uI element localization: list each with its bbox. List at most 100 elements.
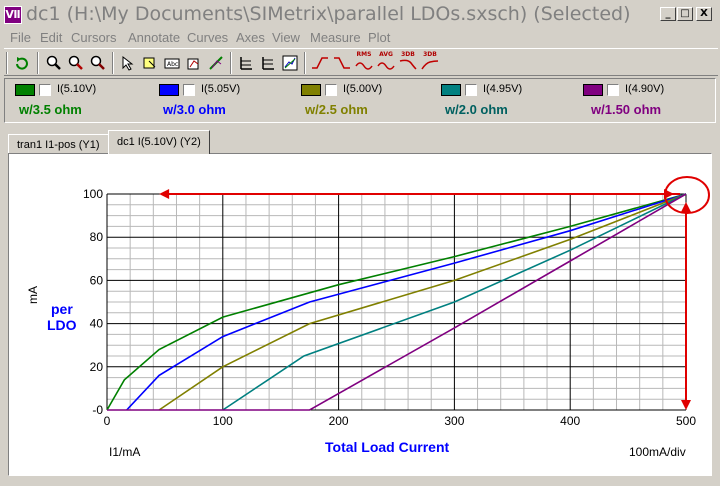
menu-view[interactable]: View <box>272 30 300 45</box>
edit-cursor-icon[interactable] <box>140 53 160 73</box>
legend-label: I(5.05V) <box>201 83 241 95</box>
y-axis-unit: mA <box>26 286 40 304</box>
add-curve-icon[interactable] <box>184 53 204 73</box>
menu-cursors[interactable]: Cursors <box>71 30 117 45</box>
legend-swatch <box>15 84 35 96</box>
zoom-out-icon[interactable] <box>66 53 86 73</box>
legend-checkbox[interactable] <box>183 84 195 96</box>
grid <box>106 193 687 411</box>
tick-labels: 0 100 200 300 400 500 -0 20 40 60 80 100 <box>83 187 696 428</box>
legend-swatch <box>301 84 321 96</box>
toolbar-separator <box>230 52 232 74</box>
toolbar-separator <box>37 52 39 74</box>
graph-canvas[interactable]: 0 100 200 300 400 500 -0 20 40 60 80 100 mA per LDO… <box>9 154 711 475</box>
annotations <box>159 176 710 410</box>
x-tick-label: 200 <box>329 414 349 428</box>
toolbar-separator <box>304 52 306 74</box>
tab-dc1[interactable]: dc1 I(5.10V) (Y2) <box>108 130 210 154</box>
x-tick-label: 400 <box>560 414 580 428</box>
legend-item[interactable]: I(5.00V) w/2.5 ohm <box>301 82 441 122</box>
menu-axes[interactable]: Axes <box>236 30 265 45</box>
db3-label: 3DB <box>401 51 415 58</box>
bandwidth-icon[interactable]: 3DB <box>398 51 418 73</box>
legend-note: w/1.50 ohm <box>591 102 662 117</box>
annotation-arrowhead-down <box>681 400 691 410</box>
legend-checkbox[interactable] <box>465 84 477 96</box>
edit-curve-icon[interactable] <box>206 53 226 73</box>
legend-note: w/2.5 ohm <box>305 102 368 117</box>
close-button[interactable]: X <box>696 7 712 21</box>
svg-text:Abc: Abc <box>167 61 178 68</box>
x-axis-title: Total Load Current <box>325 439 450 455</box>
y-tick-label: 100 <box>83 187 103 201</box>
legend-label: I(4.95V) <box>483 83 523 95</box>
x-tick-label: 500 <box>676 414 696 428</box>
menu-annotate[interactable]: Annotate <box>128 30 180 45</box>
x-tick-label: 100 <box>213 414 233 428</box>
legend-item[interactable]: I(5.05V) w/3.0 ohm <box>159 82 299 122</box>
curve-legend: I(5.10V) w/3.5 ohm I(5.05V) w/3.0 ohm I(… <box>4 78 716 123</box>
window-title: dc1 (H:\My Documents\SIMetrix\parallel L… <box>26 3 631 25</box>
menu-curves[interactable]: Curves <box>187 30 228 45</box>
x-tick-label: 300 <box>444 414 464 428</box>
menu-bar: File Edit Cursors Annotate Curves Axes V… <box>0 29 720 47</box>
menu-file[interactable]: File <box>10 30 31 45</box>
legend-label: I(4.90V) <box>625 83 665 95</box>
x-scale-label: 100mA/div <box>629 445 686 459</box>
highpass-icon[interactable]: 3DB <box>420 51 440 73</box>
app-icon[interactable]: Ⅶ <box>4 6 22 24</box>
toolbar-separator <box>112 52 114 74</box>
rise-time-icon[interactable] <box>310 53 330 73</box>
zoom-in-icon[interactable] <box>44 53 64 73</box>
x-signal-label: I1/mA <box>109 445 140 459</box>
refresh-icon[interactable] <box>12 53 32 73</box>
legend-item[interactable]: I(4.90V) w/1.50 ohm <box>583 82 711 122</box>
plot-graph-icon[interactable] <box>280 53 300 73</box>
x-tick-label: 0 <box>104 414 111 428</box>
legend-note: w/3.5 ohm <box>19 102 82 117</box>
legend-swatch <box>441 84 461 96</box>
db3b-label: 3DB <box>423 51 437 58</box>
legend-label: I(5.10V) <box>57 83 97 95</box>
legend-checkbox[interactable] <box>39 84 51 96</box>
menu-plot[interactable]: Plot <box>368 30 390 45</box>
minimize-button[interactable]: _ <box>660 7 676 21</box>
toolbar-separator <box>6 52 8 74</box>
y-annotation-per: per <box>51 301 73 317</box>
menu-measure[interactable]: Measure <box>310 30 361 45</box>
annotation-arrowhead-left <box>159 189 170 199</box>
fall-time-icon[interactable] <box>332 53 352 73</box>
y-tick-label: 80 <box>90 230 104 244</box>
y-tick-label: 40 <box>90 317 104 331</box>
legend-note: w/3.0 ohm <box>163 102 226 117</box>
new-grid-icon[interactable] <box>258 53 278 73</box>
maximize-button[interactable]: □ <box>677 7 693 21</box>
cursor-icon[interactable] <box>118 53 138 73</box>
simetrix-graph-window: Ⅶ dc1 (H:\My Documents\SIMetrix\parallel… <box>0 0 720 486</box>
new-axis-icon[interactable] <box>236 53 256 73</box>
y-tick-label: 20 <box>90 360 104 374</box>
annotation-arrowhead-up <box>681 202 691 212</box>
title-bar[interactable]: Ⅶ dc1 (H:\My Documents\SIMetrix\parallel… <box>0 0 720 30</box>
rms-icon[interactable]: RMS <box>354 51 374 73</box>
y-annotation-ldo: LDO <box>47 317 77 333</box>
graph-panel[interactable]: 0 100 200 300 400 500 -0 20 40 60 80 100 mA per LDO… <box>8 153 712 476</box>
legend-checkbox[interactable] <box>325 84 337 96</box>
toolbar: Abc RMS AVG 3DB 3DB <box>4 48 718 76</box>
legend-label: I(5.00V) <box>343 83 383 95</box>
status-bar <box>0 478 720 486</box>
legend-swatch <box>583 84 603 96</box>
legend-note: w/2.0 ohm <box>445 102 508 117</box>
avg-label: AVG <box>379 51 393 58</box>
annotate-text-icon[interactable]: Abc <box>162 53 182 73</box>
y-tick-label: 60 <box>90 273 104 287</box>
rms-label: RMS <box>356 51 372 58</box>
legend-checkbox[interactable] <box>607 84 619 96</box>
menu-edit[interactable]: Edit <box>40 30 62 45</box>
average-icon[interactable]: AVG <box>376 51 396 73</box>
zoom-fit-icon[interactable] <box>88 53 108 73</box>
tab-tran1[interactable]: tran1 I1-pos (Y1) <box>8 134 109 154</box>
legend-item[interactable]: I(5.10V) w/3.5 ohm <box>15 82 155 122</box>
legend-swatch <box>159 84 179 96</box>
legend-item[interactable]: I(4.95V) w/2.0 ohm <box>441 82 581 122</box>
